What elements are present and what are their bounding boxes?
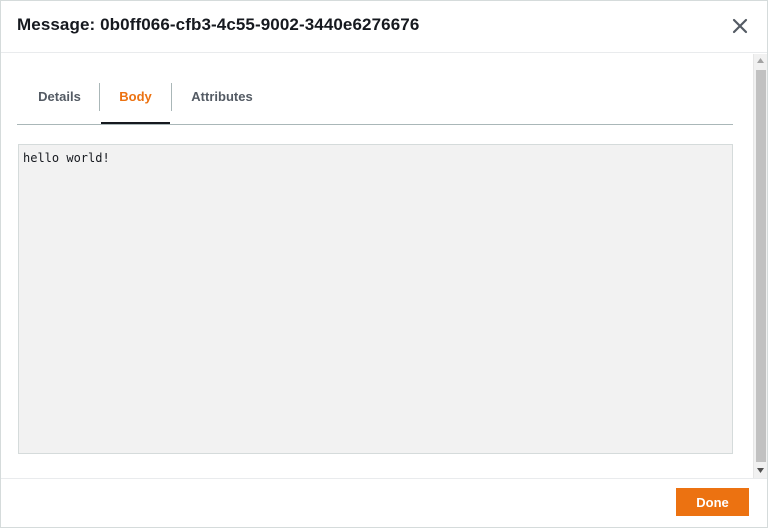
- close-button[interactable]: [727, 13, 753, 39]
- modal-title: Message: 0b0ff066-cfb3-4c55-9002-3440e62…: [17, 15, 420, 34]
- tab-attributes[interactable]: Attributes: [173, 79, 271, 123]
- message-modal: Message: 0b0ff066-cfb3-4c55-9002-3440e62…: [0, 0, 768, 528]
- message-body-text: hello world!: [23, 151, 110, 165]
- tab-bar: Details Body Attributes: [17, 79, 733, 125]
- scrollbar-thumb[interactable]: [756, 70, 766, 462]
- message-body-panel: hello world!: [18, 144, 733, 454]
- scroll-down-button[interactable]: [754, 464, 767, 478]
- modal-footer: Done: [1, 478, 767, 527]
- tab-separator: [171, 83, 172, 111]
- modal-header: Message: 0b0ff066-cfb3-4c55-9002-3440e62…: [1, 1, 767, 53]
- close-icon: [727, 13, 753, 39]
- done-button[interactable]: Done: [676, 488, 749, 516]
- scroll-up-button[interactable]: [754, 54, 767, 68]
- vertical-scrollbar[interactable]: [753, 54, 767, 478]
- scroll-down-arrow-icon: [754, 468, 767, 473]
- tab-details[interactable]: Details: [21, 79, 98, 123]
- tab-body[interactable]: Body: [101, 79, 170, 124]
- modal-body: Details Body Attributes hello world!: [1, 53, 753, 478]
- scroll-up-arrow-icon: [754, 58, 767, 63]
- tab-separator: [99, 83, 100, 111]
